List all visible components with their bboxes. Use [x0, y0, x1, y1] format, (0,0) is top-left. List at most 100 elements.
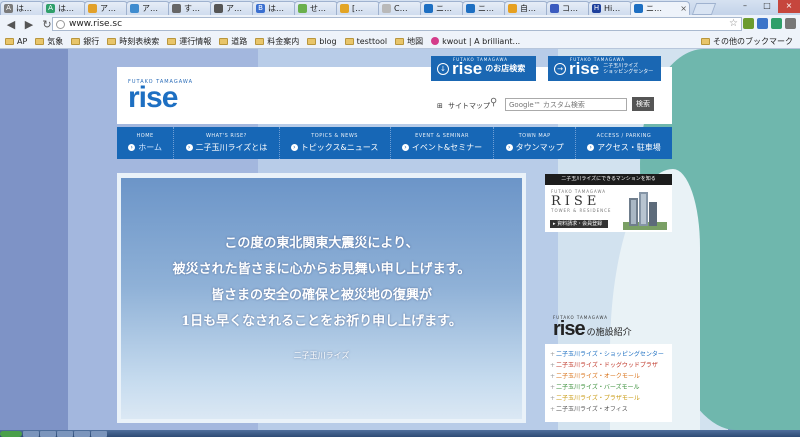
facility-link[interactable]: +二子玉川ライズ・オフィス: [545, 404, 672, 415]
nav-item[interactable]: EVENT & SEMINAR › イベント&セミナー: [391, 127, 495, 159]
facility-link[interactable]: +二子玉川ライズ・プラザモール: [545, 393, 672, 404]
tab-favicon-icon: [466, 4, 475, 13]
bookmark-item[interactable]: 銀行: [71, 36, 99, 47]
banner-request-button[interactable]: ▸ 資料請求・会員登録: [550, 220, 608, 228]
close-tab-icon[interactable]: ×: [680, 4, 687, 13]
bookmark-item[interactable]: 料金案内: [255, 36, 299, 47]
facility-label: 二子玉川ライズ・オフィス: [556, 406, 628, 413]
browser-tab[interactable]: せ…: [294, 1, 338, 15]
browser-tab[interactable]: ニ… ×: [630, 1, 690, 15]
bookmark-item[interactable]: AP: [5, 37, 27, 46]
folder-icon: [344, 37, 354, 45]
extension-icon[interactable]: [743, 18, 754, 29]
nav-item-en: EVENT & SEMINAR: [415, 133, 469, 139]
browser-tab[interactable]: A は…: [42, 1, 86, 15]
extension-icons: [743, 18, 796, 29]
maximize-icon[interactable]: □: [756, 0, 778, 13]
tab-title: ア…: [226, 4, 242, 13]
search-button[interactable]: 検索: [632, 97, 654, 111]
browser-tab[interactable]: […: [336, 1, 380, 15]
bookmark-item[interactable]: 時刻表検索: [107, 36, 159, 47]
browser-tab[interactable]: す…: [168, 1, 212, 15]
forward-icon[interactable]: ▶: [22, 18, 36, 32]
bookmark-label: testtool: [356, 36, 388, 46]
tab-title: ニ…: [436, 4, 452, 13]
browser-tab[interactable]: C…: [378, 1, 422, 15]
search-input[interactable]: [505, 98, 627, 111]
url-text[interactable]: www.rise.sc: [69, 19, 122, 29]
browser-tab[interactable]: ニ…: [462, 1, 506, 15]
browser-tab[interactable]: B は…: [252, 1, 296, 15]
nav-item[interactable]: TOPICS & NEWS › トピックス&ニュース: [280, 127, 391, 159]
taskbar-item[interactable]: [57, 431, 73, 437]
sitemap-link[interactable]: ⊞ サイトマップ: [437, 101, 490, 111]
nav-item[interactable]: WHAT'S RISE? › 二子玉川ライズとは: [174, 127, 280, 159]
facilities-heading: FUTAKO TAMAGAWA rise の施設紹介: [553, 315, 632, 339]
bookmark-item[interactable]: 地図: [395, 36, 423, 47]
arrow-right-icon: →: [554, 62, 566, 75]
start-button[interactable]: [0, 431, 22, 437]
towers-illustration: [623, 192, 667, 230]
taskbar-item[interactable]: [91, 431, 107, 437]
window-controls: – □ ×: [734, 0, 800, 15]
plus-icon: +: [550, 395, 556, 402]
bookmark-star-icon[interactable]: ☆: [729, 18, 738, 29]
bookmark-item[interactable]: 運行情報: [167, 36, 211, 47]
browser-tab[interactable]: ニ…: [420, 1, 464, 15]
folder-icon: [255, 37, 265, 45]
bookmark-item[interactable]: testtool: [344, 36, 388, 46]
plus-icon: +: [550, 384, 556, 391]
bookmark-other[interactable]: その他のブックマーク: [701, 34, 793, 48]
nav-item[interactable]: HOME › ホーム: [117, 127, 175, 159]
browser-tab[interactable]: A は…: [0, 1, 44, 15]
browser-tab[interactable]: コ…: [546, 1, 590, 15]
bookmark-label: 時刻表検索: [119, 36, 160, 46]
extension-icon[interactable]: [771, 18, 782, 29]
facility-link[interactable]: +二子玉川ライズ・ショッピングセンター: [545, 349, 672, 360]
browser-tab[interactable]: ア…: [126, 1, 170, 15]
site-logo[interactable]: FUTAKO TAMAGAWA rise: [128, 79, 193, 113]
minimize-icon[interactable]: –: [734, 0, 756, 13]
hero-line: 皆さまの安全の確保と被災地の復興が: [210, 288, 432, 303]
tab-title: は…: [268, 4, 284, 13]
browser-tab[interactable]: 自…: [504, 1, 548, 15]
store-search-button[interactable]: FUTAKO TAMAGAWA ↓ rise のお店検索: [431, 56, 536, 81]
hero-message: この度の東北関東大震災により、 被災された皆さまに心からお見舞い申し上げます。 …: [117, 173, 526, 423]
browser-tab[interactable]: ア…: [84, 1, 128, 15]
taskbar-item[interactable]: [74, 431, 90, 437]
nav-item[interactable]: ACCESS / PARKING › アクセス・駐車場: [576, 127, 672, 159]
os-taskbar: [0, 430, 800, 437]
facility-link[interactable]: +二子玉川ライズ・ドッグウッドプラザ: [545, 360, 672, 371]
close-window-icon[interactable]: ×: [778, 0, 800, 13]
address-bar[interactable]: www.rise.sc ☆: [52, 17, 742, 31]
banner-title: 二子玉川ライズにできるマンションを知る: [545, 174, 672, 185]
facility-link[interactable]: +二子玉川ライズ・オークモール: [545, 371, 672, 382]
nav-item-en: ACCESS / PARKING: [596, 133, 652, 139]
tab-title: ニ…: [478, 4, 494, 13]
new-tab-button[interactable]: [691, 3, 717, 15]
tab-favicon-icon: [298, 4, 307, 13]
wrench-icon[interactable]: [785, 18, 796, 29]
button-en-text: FUTAKO TAMAGAWA: [570, 57, 625, 62]
bookmark-item[interactable]: blog: [307, 37, 337, 46]
nav-item[interactable]: TOWN MAP › タウンマップ: [494, 127, 576, 159]
tab-title: ア…: [100, 4, 116, 13]
page-icon: [56, 19, 65, 29]
residence-banner[interactable]: 二子玉川ライズにできるマンションを知る FUTAKO TAMAGAWA RISE…: [545, 174, 672, 232]
bookmark-item[interactable]: 気象: [35, 36, 63, 47]
taskbar-item[interactable]: [23, 431, 39, 437]
bookmark-other-label: その他のブックマーク: [713, 36, 793, 46]
taskbar-item[interactable]: [40, 431, 56, 437]
browser-tab[interactable]: ア…: [210, 1, 254, 15]
back-icon[interactable]: ◀: [4, 18, 18, 32]
nav-item-label: ホーム: [138, 143, 163, 152]
browser-tab[interactable]: H Hi…: [588, 1, 632, 15]
bookmark-label: kwout | A brilliant...: [442, 36, 521, 46]
bookmark-item[interactable]: kwout | A brilliant...: [431, 37, 520, 46]
folder-icon: [167, 37, 177, 45]
bookmark-item[interactable]: 道路: [219, 36, 247, 47]
shopping-center-button[interactable]: FUTAKO TAMAGAWA → rise 二子玉川ライズ ショッピングセンタ…: [548, 56, 661, 81]
bookmark-label: 料金案内: [267, 36, 300, 46]
extension-icon[interactable]: [757, 18, 768, 29]
facility-link[interactable]: +二子玉川ライズ・バーズモール: [545, 382, 672, 393]
